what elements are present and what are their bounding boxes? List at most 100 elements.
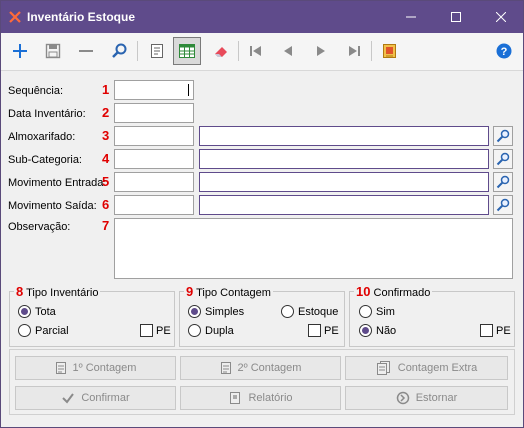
confirmado-pe-checkbox[interactable]: PE	[480, 324, 511, 337]
almoxarifado-code-input[interactable]	[114, 126, 194, 146]
movimento-saida-lookup-button[interactable]	[493, 195, 513, 215]
radio-estoque[interactable]: Estoque	[281, 305, 338, 318]
confirmado-title: 10 Confirmado	[354, 284, 433, 299]
tipo-contagem-group: 9 Tipo Contagem Simples Estoque Dupla PE	[179, 284, 345, 347]
radio-sim[interactable]: Sim	[359, 305, 395, 318]
tipo-contagem-number: 9	[186, 284, 194, 299]
undo-icon	[396, 391, 409, 405]
maximize-button[interactable]	[433, 1, 478, 33]
movimento-saida-code-input[interactable]	[114, 195, 194, 215]
grid-view-button[interactable]	[173, 37, 201, 65]
data-inventario-label: Data Inventário:	[8, 108, 86, 120]
radio-estoque-label: Estoque	[298, 305, 339, 318]
almoxarifado-lookup-button[interactable]	[493, 126, 513, 146]
toolbar: ?	[1, 33, 523, 71]
help-button[interactable]: ?	[490, 37, 518, 65]
contagem-extra-button[interactable]: Contagem Extra	[345, 356, 508, 380]
last-icon	[349, 46, 360, 56]
tipo-inventario-pe-checkbox[interactable]: PE	[140, 324, 171, 337]
report-button[interactable]	[375, 37, 403, 65]
close-button[interactable]	[478, 1, 523, 33]
help-icon: ?	[496, 43, 512, 59]
movimento-entrada-lookup-button[interactable]	[493, 172, 513, 192]
almoxarifado-label: Almoxarifado:	[8, 131, 76, 143]
sequencia-input[interactable]	[114, 80, 194, 100]
radio-tota[interactable]: Tota	[18, 305, 56, 318]
checkbox-box	[308, 324, 321, 337]
remove-button[interactable]	[72, 37, 100, 65]
app-logo-icon	[9, 11, 21, 23]
radio-dupla[interactable]: Dupla	[188, 324, 234, 337]
first-icon	[250, 46, 261, 56]
table-grid-icon	[179, 44, 195, 58]
inventario-window: Inventário Estoque ? Sequência: 1 Data I…	[0, 0, 524, 428]
report-icon	[383, 44, 396, 58]
documents-icon	[376, 361, 390, 375]
previous-icon	[284, 46, 292, 56]
radio-parcial-label: Parcial	[35, 324, 69, 337]
movimento-saida-description-input[interactable]	[199, 195, 489, 215]
confirmar-label: Confirmar	[81, 392, 130, 404]
search-button[interactable]	[105, 37, 133, 65]
pe-label: PE	[496, 324, 511, 337]
text-document-icon	[151, 44, 163, 58]
movimento-entrada-code-input[interactable]	[114, 172, 194, 192]
observacao-textarea[interactable]	[114, 218, 513, 279]
movimento-entrada-description-input[interactable]	[199, 172, 489, 192]
contagem1-label: 1º Contagem	[72, 362, 137, 374]
confirmar-button[interactable]: Confirmar	[15, 386, 176, 410]
clear-button[interactable]	[207, 37, 235, 65]
observacao-label: Observação:	[8, 221, 71, 233]
svg-text:?: ?	[501, 46, 508, 58]
confirmado-title-text: Confirmado	[373, 287, 431, 299]
text-view-button[interactable]	[143, 37, 171, 65]
contagem2-label: 2º Contagem	[237, 362, 302, 374]
relatorio-button[interactable]: Relatório	[180, 386, 341, 410]
magnifier-icon	[496, 152, 510, 166]
contagem1-button[interactable]: 1º Contagem	[15, 356, 176, 380]
tipo-contagem-title-text: Tipo Contagem	[196, 287, 271, 299]
magnifier-icon	[496, 129, 510, 143]
almoxarifado-description-input[interactable]	[199, 126, 489, 146]
checkmark-icon	[62, 393, 75, 404]
tipo-inventario-number: 8	[16, 284, 24, 299]
next-record-button[interactable]	[307, 37, 335, 65]
radio-nao[interactable]: Não	[359, 324, 396, 337]
radio-indicator	[281, 305, 294, 318]
movimento-entrada-number: 5	[102, 174, 110, 189]
data-inventario-input[interactable]	[114, 103, 194, 123]
sub-categoria-lookup-button[interactable]	[493, 149, 513, 169]
actions-panel: 1º Contagem 2º Contagem Contagem Extra C…	[9, 349, 515, 415]
estornar-button[interactable]: Estornar	[345, 386, 508, 410]
relatorio-label: Relatório	[248, 392, 293, 404]
radio-simples[interactable]: Simples	[188, 305, 244, 318]
add-button[interactable]	[6, 37, 34, 65]
radio-indicator	[18, 324, 31, 337]
plus-icon	[13, 44, 27, 58]
title-bar[interactable]: Inventário Estoque	[1, 1, 523, 33]
tipo-contagem-title: 9 Tipo Contagem	[184, 284, 273, 299]
window-title: Inventário Estoque	[27, 10, 136, 24]
radio-parcial[interactable]: Parcial	[18, 324, 69, 337]
radio-selected-indicator	[359, 324, 372, 337]
radio-dupla-label: Dupla	[205, 324, 234, 337]
sub-categoria-description-input[interactable]	[199, 149, 489, 169]
document-icon	[220, 362, 231, 374]
movimento-saida-number: 6	[102, 197, 110, 212]
radio-tota-label: Tota	[35, 305, 56, 318]
last-record-button[interactable]	[340, 37, 368, 65]
first-record-button[interactable]	[242, 37, 270, 65]
radio-indicator	[359, 305, 372, 318]
tipo-contagem-pe-checkbox[interactable]: PE	[308, 324, 339, 337]
sub-categoria-code-input[interactable]	[114, 149, 194, 169]
save-button[interactable]	[39, 37, 67, 65]
observacao-number: 7	[102, 218, 110, 233]
previous-record-button[interactable]	[274, 37, 302, 65]
maximize-icon	[450, 12, 461, 22]
minimize-button[interactable]	[388, 1, 433, 33]
confirmado-number: 10	[356, 284, 371, 299]
tipo-inventario-group: 8 Tipo Inventário Tota Parcial PE	[9, 284, 175, 347]
contagem2-button[interactable]: 2º Contagem	[180, 356, 341, 380]
radio-selected-indicator	[188, 305, 201, 318]
radio-nao-label: Não	[376, 324, 397, 337]
